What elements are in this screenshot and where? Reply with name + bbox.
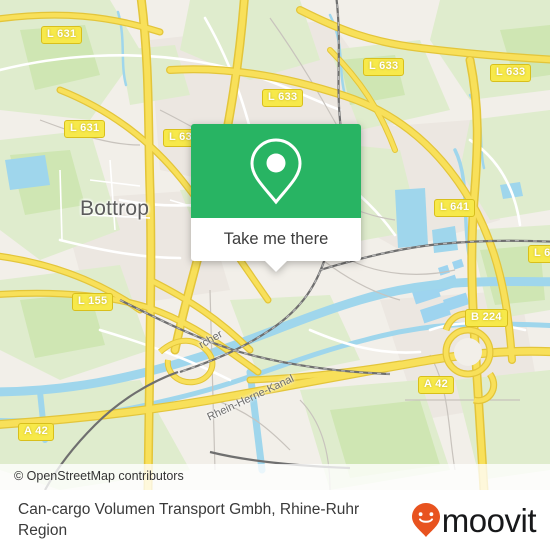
road-shield: L 633 bbox=[363, 58, 405, 76]
road-shield: L 631 bbox=[64, 120, 106, 138]
take-me-there-button[interactable]: Take me there bbox=[191, 218, 361, 261]
road-shield: L 155 bbox=[72, 293, 114, 311]
map-screenshot: L 631 L 631 L 63 L 633 L 633 L 633 L 641… bbox=[0, 0, 550, 550]
osm-attribution[interactable]: © OpenStreetMap contributors bbox=[0, 464, 550, 490]
road-shield: L 641 bbox=[434, 199, 476, 217]
location-title: Can-cargo Volumen Transport Gmbh, Rhine-… bbox=[18, 501, 360, 539]
road-shield: A 42 bbox=[18, 423, 55, 441]
osm-attribution-text: © OpenStreetMap contributors bbox=[14, 469, 184, 483]
map-pin-icon bbox=[250, 138, 302, 205]
road-shield: L 6 bbox=[528, 245, 550, 263]
road-shield: L 631 bbox=[41, 26, 83, 44]
take-me-there-label: Take me there bbox=[223, 230, 329, 248]
moovit-wordmark: moovit bbox=[441, 501, 537, 539]
location-popup[interactable]: Take me there bbox=[191, 124, 361, 272]
road-shield: L 633 bbox=[262, 89, 304, 107]
road-shield: L 633 bbox=[490, 64, 532, 82]
moovit-pin-icon bbox=[411, 503, 440, 537]
popup-tail bbox=[265, 261, 287, 272]
popup-header bbox=[191, 124, 361, 218]
road-shield: B 224 bbox=[465, 309, 508, 327]
footer-bar: Can-cargo Volumen Transport Gmbh, Rhine-… bbox=[0, 490, 550, 550]
moovit-logo[interactable]: moovit bbox=[411, 501, 537, 539]
map-canvas[interactable]: L 631 L 631 L 63 L 633 L 633 L 633 L 641… bbox=[0, 0, 550, 490]
city-label-bottrop: Bottrop bbox=[80, 197, 150, 220]
road-shield: A 42 bbox=[418, 376, 455, 394]
